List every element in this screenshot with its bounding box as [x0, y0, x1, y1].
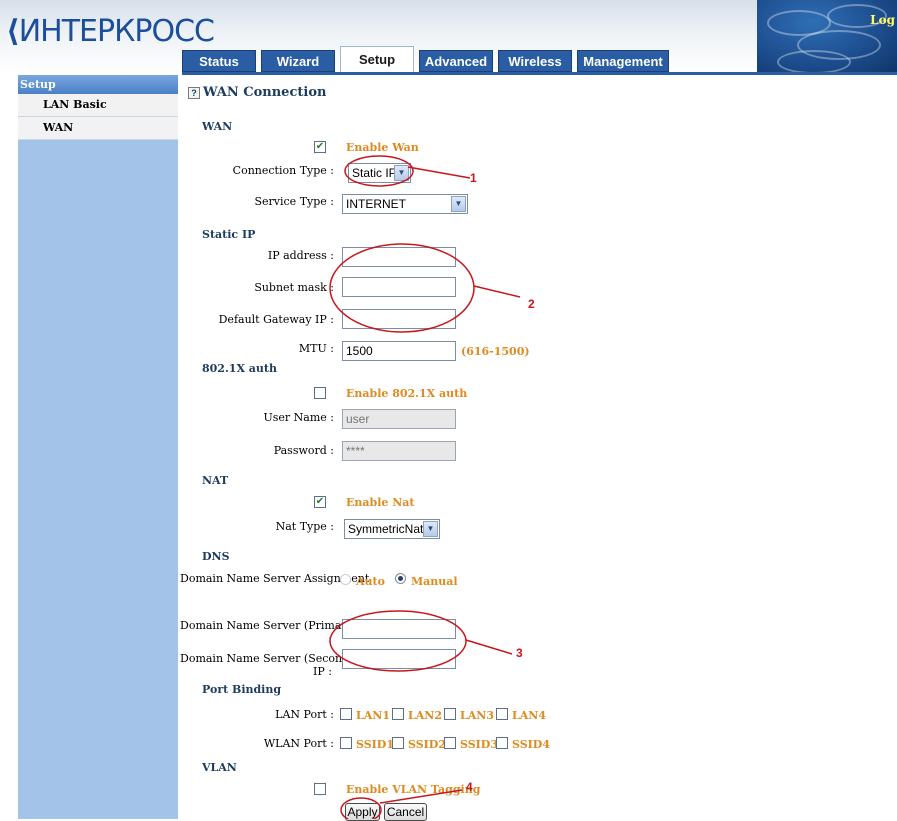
- annotation-label-2: 2: [528, 297, 535, 311]
- check-icon: ✔: [315, 141, 325, 152]
- user-name-label: User Name :: [263, 411, 334, 424]
- subnet-mask-label: Subnet mask :: [254, 281, 334, 294]
- annotation-label-4: 4: [466, 780, 473, 794]
- logo-text: ИНТЕРКРОСС: [18, 14, 215, 49]
- enable-nat-label: Enable Nat: [346, 496, 415, 509]
- ssid2-checkbox[interactable]: [392, 737, 404, 749]
- password-input[interactable]: ****: [342, 441, 456, 461]
- lan4-label: LAN4: [512, 709, 546, 722]
- tab-advanced[interactable]: Advanced: [419, 50, 493, 72]
- enable-nat-checkbox[interactable]: ✔: [314, 496, 326, 508]
- tab-wizard[interactable]: Wizard: [261, 50, 335, 72]
- mtu-range-hint: (616-1500): [461, 345, 530, 358]
- ip-address-input[interactable]: [342, 247, 456, 267]
- page-margin: [0, 75, 18, 819]
- service-type-select[interactable]: INTERNET ▼: [342, 194, 468, 214]
- dns-primary-input[interactable]: [342, 619, 456, 639]
- mtu-label: MTU :: [298, 342, 334, 355]
- logout-link[interactable]: Log: [870, 13, 895, 27]
- gateway-input[interactable]: [342, 309, 456, 329]
- tab-management[interactable]: Management: [577, 50, 669, 72]
- tab-setup[interactable]: Setup: [340, 46, 414, 72]
- check-icon: ✔: [315, 496, 325, 507]
- section-wan: WAN: [202, 120, 233, 133]
- tab-wireless[interactable]: Wireless: [498, 50, 572, 72]
- lan-port-label: LAN Port :: [275, 708, 334, 721]
- header-decoration: [757, 0, 897, 74]
- dns-secondary-input[interactable]: [342, 649, 456, 669]
- lan2-checkbox[interactable]: [392, 708, 404, 720]
- dns-secondary-label: Domain Name Server (Secondary ) IP :: [180, 652, 375, 678]
- gateway-label: Default Gateway IP :: [218, 313, 334, 326]
- lan2-label: LAN2: [408, 709, 442, 722]
- password-label: Password :: [273, 444, 334, 457]
- ssid3-label: SSID3: [460, 738, 498, 751]
- annotation-label-1: 1: [470, 171, 477, 185]
- section-dns: DNS: [202, 550, 230, 563]
- ssid3-checkbox[interactable]: [444, 737, 456, 749]
- chevron-down-icon: ▼: [394, 165, 409, 181]
- ssid1-checkbox[interactable]: [340, 737, 352, 749]
- annotation-label-3: 3: [516, 646, 523, 660]
- help-icon[interactable]: ?: [188, 87, 200, 99]
- enable-vlan-checkbox[interactable]: [314, 783, 326, 795]
- ssid2-label: SSID2: [408, 738, 446, 751]
- wlan-port-label: WLAN Port :: [263, 737, 334, 750]
- enable-wan-checkbox[interactable]: ✔: [314, 141, 326, 153]
- connection-type-label: Connection Type :: [232, 164, 334, 177]
- ssid1-label: SSID1: [356, 738, 394, 751]
- sidebar-title: Setup: [18, 75, 178, 94]
- enable-8021x-checkbox[interactable]: [314, 387, 326, 399]
- ssid4-label: SSID4: [512, 738, 550, 751]
- ssid4-checkbox[interactable]: [496, 737, 508, 749]
- nat-type-label: Nat Type :: [275, 520, 334, 533]
- sidebar-item-wan[interactable]: WAN: [18, 117, 178, 140]
- page-title-text: WAN Connection: [203, 85, 327, 100]
- header-banner: ⟨ИНТЕРКРОСС Log Status Wizard Setup Adva…: [0, 0, 897, 74]
- user-name-input[interactable]: user: [342, 409, 456, 429]
- enable-8021x-label: Enable 802.1X auth: [346, 387, 468, 400]
- enable-wan-label: Enable Wan: [346, 141, 419, 154]
- apply-button[interactable]: Apply: [345, 803, 380, 821]
- main-tabs: Status Wizard Setup Advanced Wireless Ma…: [182, 46, 669, 72]
- ip-address-label: IP address :: [267, 249, 334, 262]
- dns-manual-radio[interactable]: [395, 573, 406, 584]
- sidebar: Setup LAN Basic WAN: [18, 75, 178, 819]
- lan3-label: LAN3: [460, 709, 494, 722]
- subnet-mask-input[interactable]: [342, 277, 456, 297]
- section-nat: NAT: [202, 474, 229, 487]
- cancel-button[interactable]: Cancel: [384, 803, 427, 821]
- mtu-input[interactable]: 1500: [342, 341, 456, 361]
- sidebar-item-lan-basic[interactable]: LAN Basic: [18, 94, 178, 117]
- lan3-checkbox[interactable]: [444, 708, 456, 720]
- tab-status[interactable]: Status: [182, 50, 256, 72]
- chevron-down-icon: ▼: [423, 521, 438, 537]
- dns-auto-label: Auto: [356, 575, 385, 588]
- nat-type-select[interactable]: SymmetricNat ▼: [344, 519, 440, 539]
- lan1-label: LAN1: [356, 709, 390, 722]
- connection-type-select[interactable]: Static IP ▼: [348, 163, 411, 183]
- dns-primary-label: Domain Name Server (Primary) IP:: [180, 619, 373, 645]
- chevron-down-icon: ▼: [451, 196, 466, 212]
- page-title: ? WAN Connection: [188, 85, 326, 100]
- service-type-label: Service Type :: [254, 195, 334, 208]
- lan1-checkbox[interactable]: [340, 708, 352, 720]
- section-vlan: VLAN: [202, 761, 237, 774]
- tab-underline: [182, 72, 897, 75]
- section-8021x: 802.1X auth: [202, 362, 278, 375]
- section-static-ip: Static IP: [202, 228, 256, 241]
- lan4-checkbox[interactable]: [496, 708, 508, 720]
- logo: ⟨ИНТЕРКРОСС: [6, 14, 215, 49]
- dns-manual-label: Manual: [411, 575, 458, 588]
- main-content: ? WAN Connection WAN ✔ Enable Wan Connect…: [180, 78, 897, 821]
- section-port-binding: Port Binding: [202, 683, 282, 696]
- enable-vlan-label: Enable VLAN Tagging: [346, 783, 481, 796]
- dns-auto-radio[interactable]: [340, 574, 351, 585]
